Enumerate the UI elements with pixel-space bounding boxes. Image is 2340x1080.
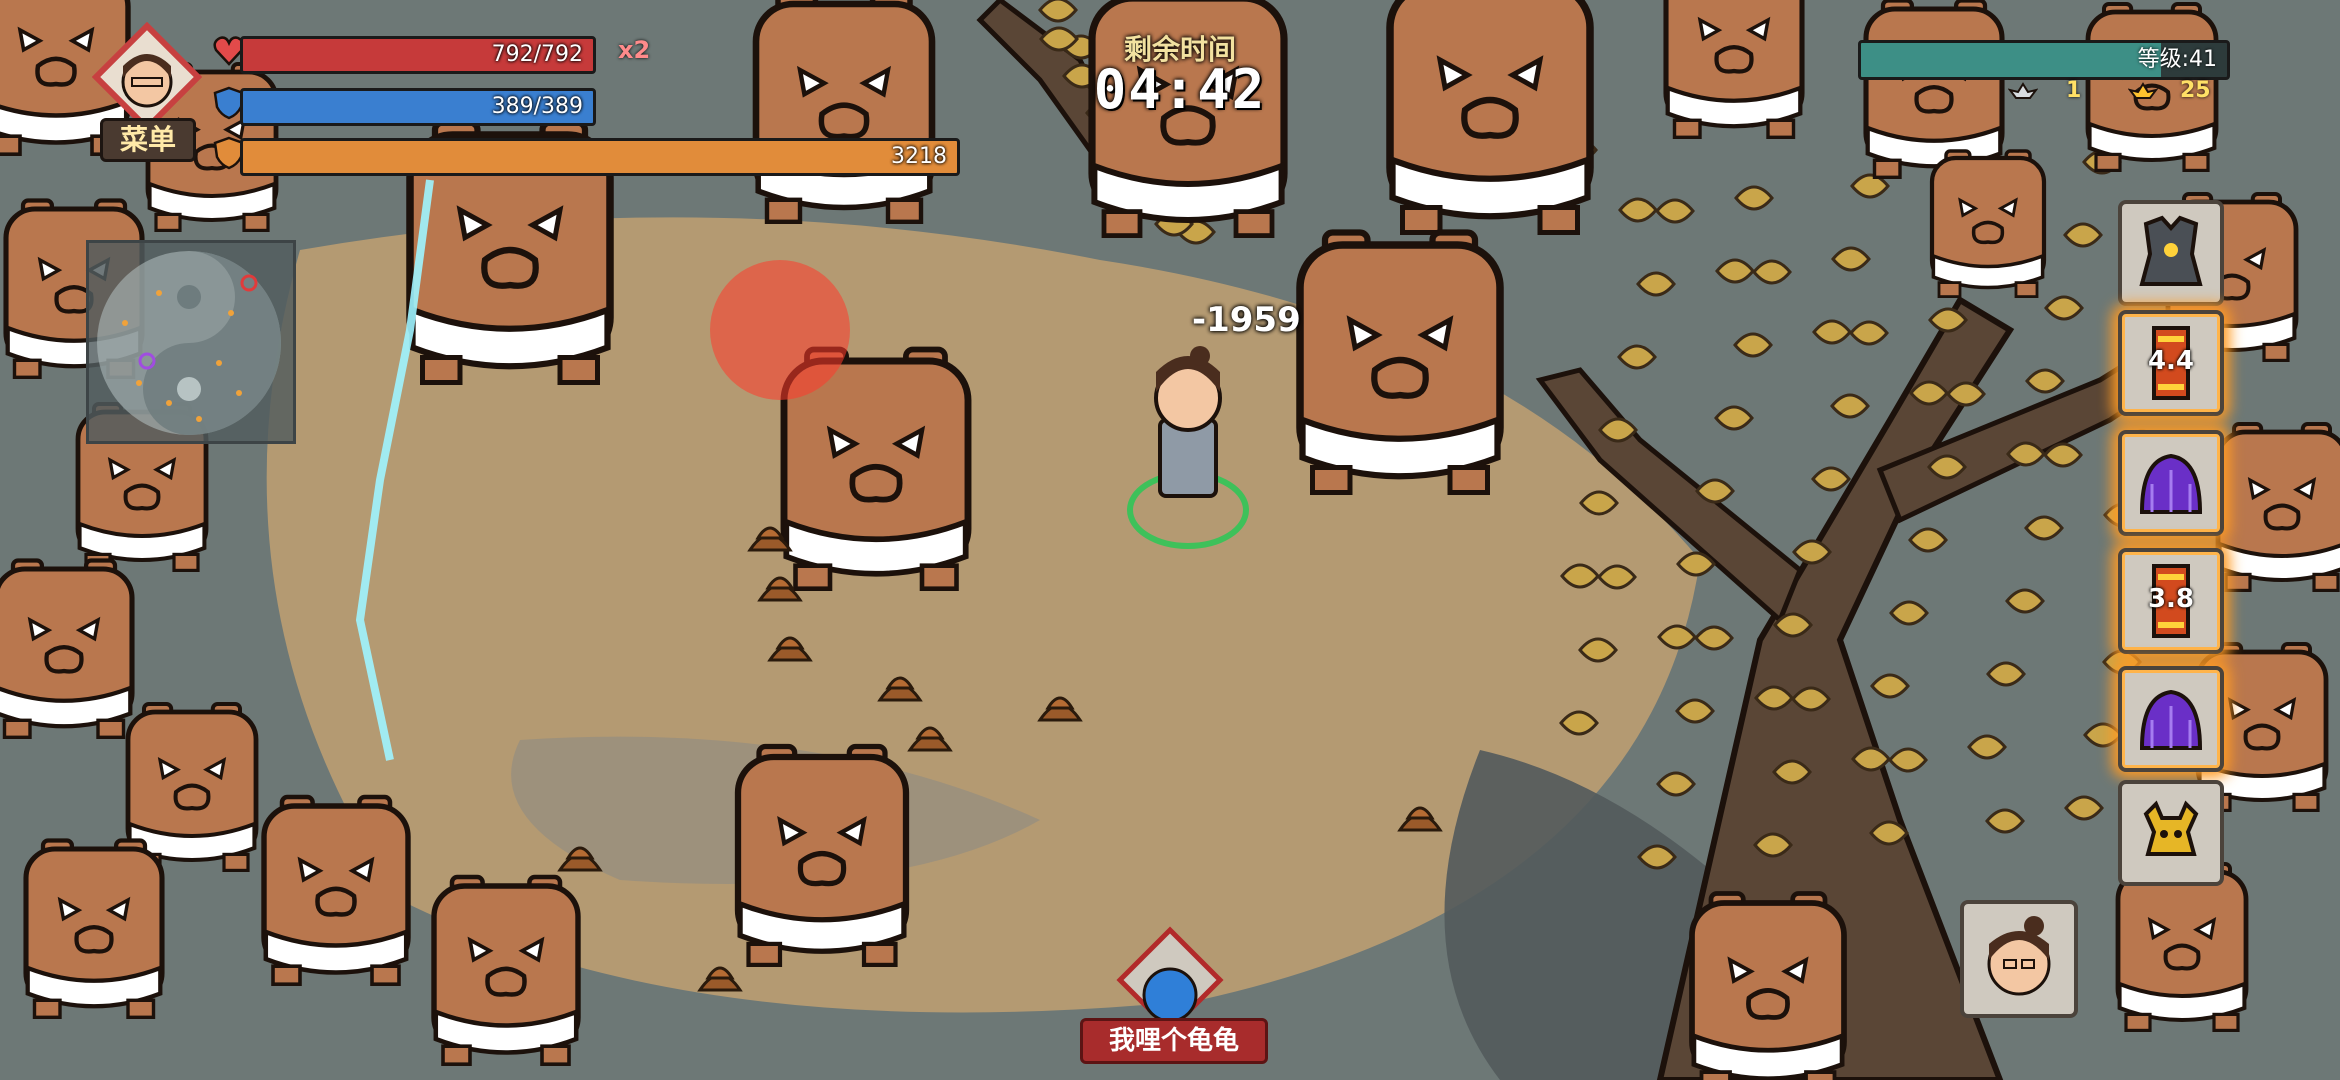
health-text: 792/792 [491,42,583,67]
level-bar: 等级:41 [1858,40,2230,80]
level-text: 等级:41 [2137,47,2217,72]
experience-text: 3218 [891,144,947,169]
silver-count: 1 [2066,78,2082,103]
skill-slot[interactable]: 4.4 [2118,310,2224,416]
fire-aura [710,260,850,400]
health-multiplier: x2 [618,36,651,64]
bear-enemy [23,838,165,1020]
gold-ingot-icon [2128,82,2158,99]
bear-enemy [2115,861,2249,1033]
armor-skill-icon [2139,215,2203,286]
bear-enemy [2215,421,2340,593]
bear-enemy [125,701,259,873]
shield-text: 389/389 [491,94,583,119]
countdown-timer: 04:42 [1093,58,1267,121]
skill-slot[interactable] [2118,666,2224,772]
skill-slot[interactable] [2118,200,2224,306]
bear-enemy [734,743,910,967]
menu-button[interactable]: 菜单 [100,118,196,162]
character-portrait-icon [1987,916,2051,996]
skill-slot[interactable] [2118,430,2224,536]
player-portrait-icon[interactable] [92,22,202,132]
shield-bar: 389/389 [240,88,596,126]
skill-slot[interactable] [2118,780,2224,886]
purple-dome-skill-icon [2139,689,2203,750]
experience-bar: 3218 [240,138,960,176]
bear-enemy [1689,891,1847,1080]
minimap[interactable] [86,240,296,444]
player-chat-tag: 我哩个龟龟 [1080,1018,1268,1064]
level-bar-fill [1861,43,2162,77]
bear-enemy [1929,149,2047,298]
bear-enemy [1386,0,1594,235]
skill-cooldown-text: 4.4 [2147,346,2195,376]
horned-skill-icon [2143,800,2199,856]
bear-enemy [0,558,135,740]
yin-yang-map-icon [97,251,281,435]
skill-cooldown-text: 3.8 [2147,584,2195,614]
bear-enemy [1296,229,1504,495]
character-card-button[interactable] [1960,900,2078,1018]
silver-ingot-icon [2008,82,2038,99]
skill-slot[interactable]: 3.8 [2118,548,2224,654]
bear-enemy [261,794,411,987]
bear-enemy [431,874,581,1067]
bear-enemy [1663,0,1805,140]
purple-dome-skill-icon [2139,453,2203,514]
bear-enemy [1863,0,2005,180]
health-bar: 792/792 [240,36,596,74]
bear-enemy [752,0,936,225]
experience-bar-fill [243,141,957,173]
gold-count: 25 [2180,78,2211,103]
damage-number: -1959 [1192,300,1301,340]
